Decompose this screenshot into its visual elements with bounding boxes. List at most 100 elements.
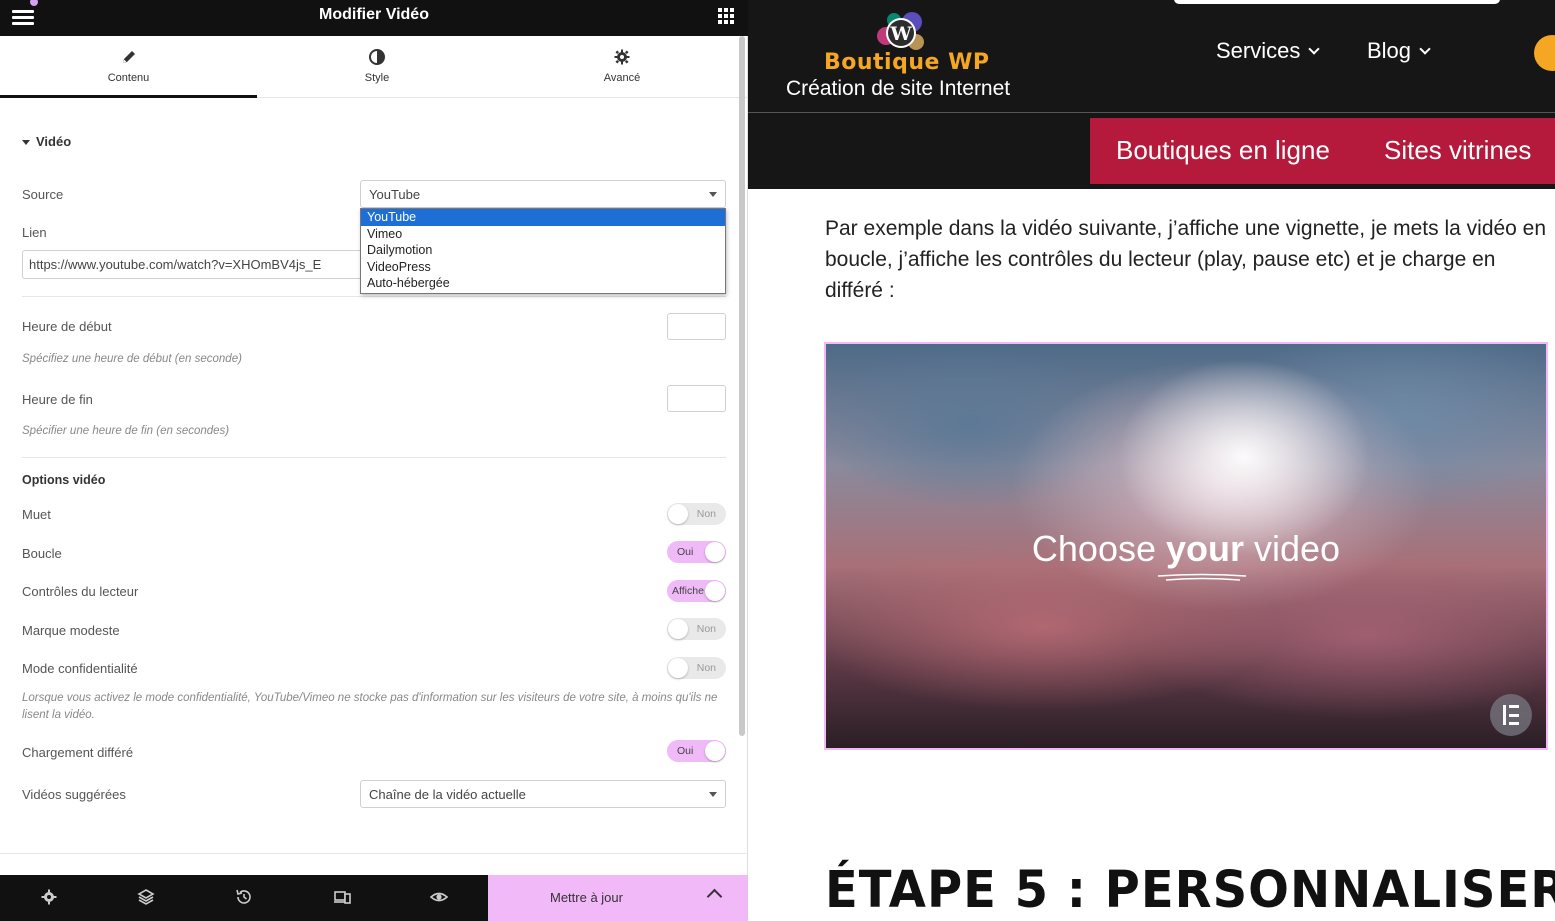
eye-icon[interactable] bbox=[429, 887, 449, 907]
nav-label: Services bbox=[1216, 38, 1301, 63]
toggle-state: Non bbox=[696, 623, 716, 635]
sub-navigation-bar: Boutiques en ligne Sites vitrines bbox=[748, 113, 1555, 189]
end-time-hint: Spécifier une heure de fin (en secondes) bbox=[22, 425, 230, 437]
player-controls-label: Contrôles du lecteur bbox=[22, 584, 139, 599]
responsive-icon[interactable] bbox=[332, 887, 352, 907]
sub-navigation: Boutiques en ligne Sites vitrines bbox=[1090, 118, 1555, 184]
update-button-label: Mettre à jour bbox=[550, 890, 623, 905]
start-time-input[interactable] bbox=[667, 313, 726, 340]
privacy-mode-hint: Lorsque vous activez le mode confidentia… bbox=[22, 692, 718, 721]
link-input[interactable]: https://www.youtube.com/watch?v=XHOmBV4j… bbox=[22, 250, 362, 279]
section-toggle-video[interactable]: Vidéo bbox=[22, 134, 71, 149]
video-options-title: Options vidéo bbox=[22, 473, 106, 487]
chevron-down-icon bbox=[709, 192, 717, 197]
caret-down-icon bbox=[22, 140, 30, 146]
suggested-videos-label: Vidéos suggérées bbox=[22, 787, 126, 802]
video-title-bold: your bbox=[1166, 528, 1245, 569]
modest-branding-toggle[interactable]: Non bbox=[667, 618, 726, 640]
privacy-mode-toggle[interactable]: Non bbox=[667, 657, 726, 679]
suggested-videos-value: Chaîne de la vidéo actuelle bbox=[369, 787, 526, 802]
toggle-state: Non bbox=[696, 662, 716, 674]
update-button[interactable]: Mettre à jour bbox=[488, 875, 748, 921]
tab-label: Style bbox=[364, 72, 390, 84]
layers-icon[interactable] bbox=[136, 887, 156, 907]
lazy-load-toggle[interactable]: Oui bbox=[667, 740, 726, 762]
source-select-value: YouTube bbox=[369, 187, 421, 202]
nav-services[interactable]: Services bbox=[1216, 38, 1321, 64]
svg-text:W: W bbox=[889, 23, 912, 45]
chevron-down-icon bbox=[1419, 43, 1431, 55]
site-tagline: Création de site Internet bbox=[786, 77, 1011, 100]
search-bar[interactable] bbox=[1174, 0, 1500, 4]
contrast-icon bbox=[369, 49, 385, 65]
tab-style[interactable]: Style bbox=[257, 36, 497, 98]
toggle-knob bbox=[705, 581, 725, 601]
nav-label: Blog bbox=[1367, 38, 1412, 63]
source-option-vimeo[interactable]: Vimeo bbox=[361, 226, 725, 243]
section-title: Vidéo bbox=[36, 134, 72, 149]
mute-label: Muet bbox=[22, 507, 51, 522]
video-player[interactable]: Choose your video bbox=[824, 342, 1548, 750]
panel-title: Modifier Vidéo bbox=[319, 6, 429, 23]
panel-scrollbar[interactable] bbox=[739, 36, 745, 736]
loop-label: Boucle bbox=[22, 546, 62, 561]
subnav-online-shops[interactable]: Boutiques en ligne bbox=[1116, 135, 1330, 166]
widgets-grid-icon[interactable] bbox=[718, 8, 734, 24]
link-label: Lien bbox=[22, 225, 47, 240]
modest-branding-label: Marque modeste bbox=[22, 623, 120, 638]
start-time-label: Heure de début bbox=[22, 319, 112, 334]
lazy-load-label: Chargement différé bbox=[22, 745, 134, 760]
toggle-knob bbox=[705, 741, 725, 761]
end-time-label: Heure de fin bbox=[22, 392, 93, 407]
tab-contenu[interactable]: Contenu bbox=[0, 36, 257, 98]
source-dropdown: YouTube Vimeo Dailymotion VideoPress Aut… bbox=[360, 208, 726, 294]
toggle-knob bbox=[668, 619, 688, 639]
source-option-videopress[interactable]: VideoPress bbox=[361, 259, 725, 276]
toggle-knob bbox=[668, 504, 688, 524]
source-select[interactable]: YouTube bbox=[360, 180, 726, 208]
start-time-hint: Spécifiez une heure de début (en seconde… bbox=[22, 353, 242, 365]
video-title-post: video bbox=[1244, 528, 1341, 569]
nav-blog[interactable]: Blog bbox=[1367, 38, 1431, 64]
site-logo-name[interactable]: Boutique WP bbox=[824, 50, 989, 75]
editor-panel: Modifier Vidéo Contenu Style Avancé Vidé… bbox=[0, 0, 748, 921]
cta-circle[interactable] bbox=[1534, 35, 1555, 71]
source-option-dailymotion[interactable]: Dailymotion bbox=[361, 242, 725, 259]
chevron-up-icon[interactable] bbox=[706, 888, 723, 905]
gear-icon[interactable] bbox=[39, 887, 59, 907]
toggle-knob bbox=[705, 542, 725, 562]
pencil-icon bbox=[122, 51, 135, 63]
end-time-input[interactable] bbox=[667, 385, 726, 412]
privacy-mode-label: Mode confidentialité bbox=[22, 661, 138, 676]
site-preview: W Boutique WP Création de site Internet … bbox=[748, 0, 1555, 921]
underline-scribble bbox=[1157, 573, 1247, 581]
editor-topbar: Modifier Vidéo bbox=[0, 0, 748, 36]
video-title-pre: Choose bbox=[1031, 528, 1166, 569]
divider bbox=[0, 853, 748, 854]
site-header: W Boutique WP Création de site Internet … bbox=[748, 0, 1555, 112]
subnav-showcase-sites[interactable]: Sites vitrines bbox=[1384, 135, 1531, 166]
tab-label: Avancé bbox=[603, 72, 641, 84]
tab-label: Contenu bbox=[107, 72, 150, 84]
player-controls-toggle[interactable]: Affiche bbox=[667, 580, 726, 602]
divider bbox=[22, 296, 726, 297]
step-heading: ÉTAPE 5 : PERSONNALISER bbox=[825, 860, 1555, 920]
article-paragraph: Par exemple dans la vidéo suivante, j’af… bbox=[825, 217, 1547, 302]
toggle-state: Oui bbox=[677, 745, 694, 757]
editor-tabs: Contenu Style Avancé bbox=[0, 36, 748, 98]
toggle-knob bbox=[668, 658, 688, 678]
toggle-state: Non bbox=[696, 508, 716, 520]
source-option-self-hosted[interactable]: Auto-hébergée bbox=[361, 275, 725, 292]
source-option-youtube[interactable]: YouTube bbox=[361, 209, 725, 226]
chevron-down-icon bbox=[709, 792, 717, 797]
loop-toggle[interactable]: Oui bbox=[667, 541, 726, 563]
suggested-videos-select[interactable]: Chaîne de la vidéo actuelle bbox=[360, 780, 726, 808]
editor-footer: Mettre à jour bbox=[0, 875, 748, 921]
mute-toggle[interactable]: Non bbox=[667, 503, 726, 525]
source-label: Source bbox=[22, 187, 64, 202]
history-icon[interactable] bbox=[234, 887, 254, 907]
tab-avance[interactable]: Avancé bbox=[497, 36, 747, 98]
toggle-state: Affiche bbox=[672, 585, 704, 597]
divider bbox=[22, 457, 726, 458]
chevron-down-icon bbox=[1308, 43, 1321, 55]
